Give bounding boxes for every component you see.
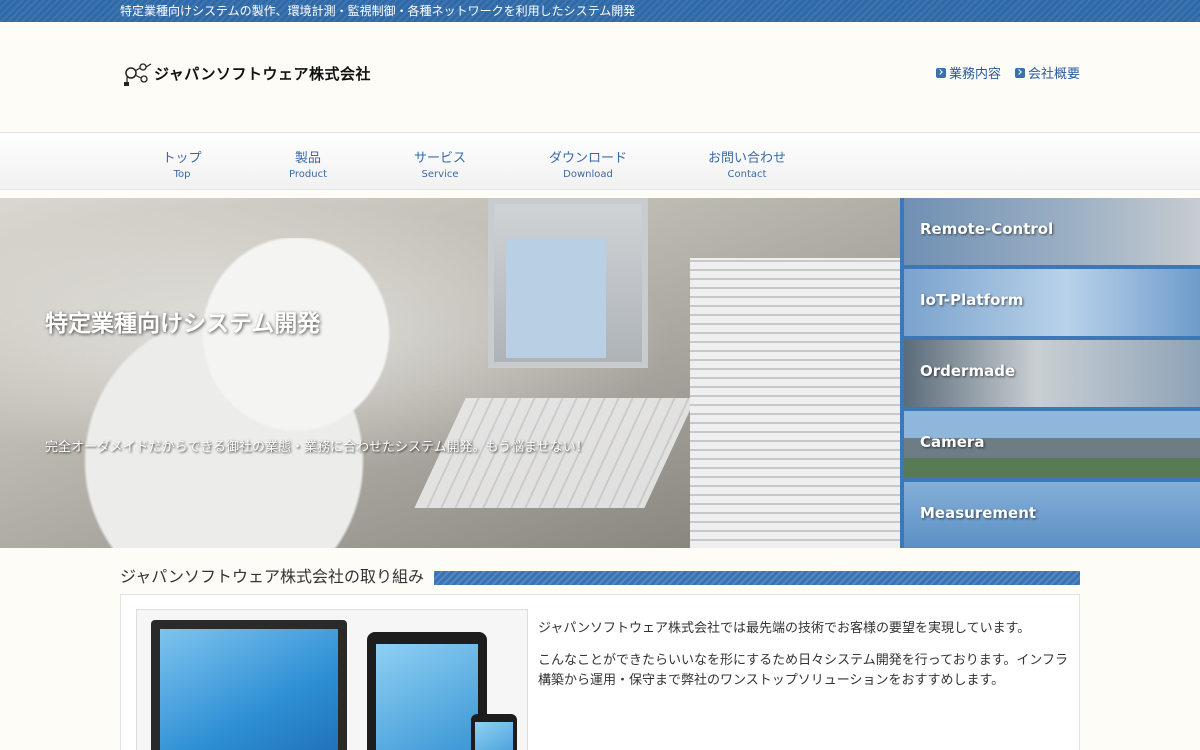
nav-item-product[interactable]: 製品 Product [285,147,331,180]
chevron-right-icon [935,67,946,78]
devices-image [136,609,528,750]
chevron-right-icon [1014,67,1025,78]
logo-company-name: ジャパンソフトウェア株式会社 [154,64,372,83]
nav-item-download[interactable]: ダウンロード Download [547,147,629,180]
site-header: ジャパンソフトウェア株式会社 業務内容 会社概要 [0,22,1200,132]
nav-label-jp: 製品 [294,151,321,166]
nav-label-jp: お問い合わせ [707,151,786,166]
header-link-company[interactable]: 会社概要 [1014,63,1080,82]
nav-label-en: Contact [727,169,767,180]
section-title: ジャパンソフトウェア株式会社の取り組み [120,567,425,586]
service-tiles: Remote-Control IoT-Platform Ordermade Ca… [900,198,1200,548]
section-heading-bar [434,571,1080,585]
nav-label-jp: トップ [162,151,202,166]
tile-remote-control[interactable]: Remote-Control [904,198,1200,265]
nav-item-contact[interactable]: お問い合わせ Contact [705,147,789,180]
intro-text: ジャパンソフトウェア株式会社では最先端の技術でお客様の要望を実現しています。 こ… [538,619,1068,703]
tagline-text: 特定業種向けシステムの製作、環境計測・監視制御・各種ネットワークを利用したシステ… [120,4,636,18]
hero-section: 特定業種向けシステム開発 完全オーダメイドだからできる御社の業態・業務に合わせた… [0,198,1200,548]
nav-label-en: Download [563,169,613,180]
nav-item-top[interactable]: トップ Top [160,147,204,180]
site-logo[interactable]: ジャパンソフトウェア株式会社 [122,58,371,88]
nav-label-en: Service [421,169,459,180]
hero-server-graphic [690,258,900,548]
nav-label-en: Top [173,169,191,180]
header-links: 業務内容 会社概要 [935,63,1080,82]
nav-label-en: Product [289,169,327,180]
header-link-business[interactable]: 業務内容 [935,63,1001,82]
phone-graphic [471,714,517,750]
hero-monitor-graphic [488,198,648,368]
hero-title: 特定業種向けシステム開発 [45,311,321,337]
nav-label-jp: ダウンロード [548,151,627,166]
tile-label: Camera [920,433,985,451]
section-heading: ジャパンソフトウェア株式会社の取り組み [120,563,1080,587]
intro-panel: ジャパンソフトウェア株式会社では最先端の技術でお客様の要望を実現しています。 こ… [120,594,1080,750]
tile-iot-platform[interactable]: IoT-Platform [904,269,1200,336]
logo-network-icon [124,63,152,86]
tile-label: Ordermade [920,362,1016,380]
hero-monitor-screen [506,238,606,358]
tile-label: Remote-Control [920,220,1054,238]
monitor-graphic [151,620,347,750]
header-link-label: 会社概要 [1027,67,1080,82]
tablet-graphic [367,632,487,750]
tile-label: IoT-Platform [920,291,1024,309]
hero-person-graphic [80,238,440,548]
main-nav: トップ Top 製品 Product サービス Service ダウンロード D… [0,132,1200,190]
tile-ordermade[interactable]: Ordermade [904,340,1200,407]
tile-camera[interactable]: Camera [904,411,1200,478]
tile-label: Measurement [920,504,1037,522]
hero-image: 特定業種向けシステム開発 完全オーダメイドだからできる御社の業態・業務に合わせた… [0,198,900,548]
tile-measurement[interactable]: Measurement [904,482,1200,548]
hero-subtitle: 完全オーダメイドだからできる御社の業態・業務に合わせたシステム開発。もう悩ませな… [45,440,589,455]
intro-paragraph: ジャパンソフトウェア株式会社では最先端の技術でお客様の要望を実現しています。 [538,621,1031,636]
intro-paragraph: こんなことができたらいいなを形にするため日々システム開発を行っております。インフ… [538,653,1069,688]
top-tagline-bar: 特定業種向けシステムの製作、環境計測・監視制御・各種ネットワークを利用したシステ… [0,0,1200,22]
header-link-label: 業務内容 [948,67,1001,82]
nav-label-jp: サービス [413,151,466,166]
nav-item-service[interactable]: サービス Service [410,147,470,180]
